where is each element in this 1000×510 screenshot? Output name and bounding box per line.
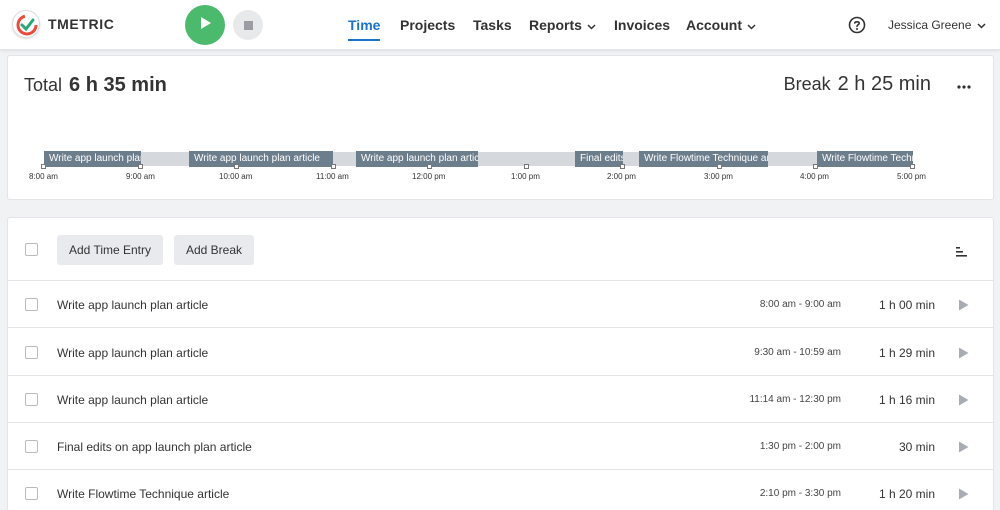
play-icon[interactable] [958,346,969,364]
nav-time[interactable]: Time [348,0,381,50]
entry-checkbox[interactable] [25,346,38,359]
select-all-checkbox[interactable] [25,243,38,256]
entry-time-range[interactable]: 8:00 am - 9:00 am [760,281,841,328]
app-logo[interactable]: TMETRIC [12,10,114,38]
nav-account-label: Account [686,17,742,33]
entry-description[interactable]: Write app launch plan article [57,281,208,328]
nav-invoices-label: Invoices [614,17,671,33]
entry-description[interactable]: Write app launch plan article [57,376,208,423]
start-timer-button[interactable] [185,5,225,45]
timeline-tick [138,164,143,169]
entry-duration[interactable]: 1 h 16 min [879,376,935,423]
timeline-tick [717,164,722,169]
timeline-hour-label: 9:00 am [126,172,155,181]
nav-time-label: Time [348,17,381,33]
play-icon[interactable] [958,393,969,411]
entry-time-range[interactable]: 11:14 am - 12:30 pm [749,376,841,423]
timeline-segment[interactable]: Write Flowtime Technique article [639,151,768,167]
time-entry-row[interactable]: Write app launch plan article 9:30 am - … [8,329,993,376]
day-summary-card: Total 6 h 35 min Break 2 h 25 min Write … [7,55,994,200]
chevron-down-icon [587,17,596,33]
entry-time-range[interactable]: 1:30 pm - 2:00 pm [760,423,841,470]
break-label: Break [783,74,831,94]
more-options-icon[interactable] [957,76,971,94]
entry-checkbox[interactable] [25,440,38,453]
play-icon [198,16,212,35]
sort-icon[interactable] [956,244,968,262]
timeline-tick [620,164,625,169]
break-value: 2 h 25 min [837,73,931,95]
nav-reports[interactable]: Reports [529,0,596,50]
total-value: 6 h 35 min [69,74,167,96]
timeline-hour-label: 1:00 pm [511,172,540,181]
stop-icon [243,20,253,30]
entry-description[interactable]: Write Flowtime Technique article [57,470,229,510]
time-entry-row[interactable]: Write Flowtime Technique article 2:10 pm… [8,470,993,510]
chevron-down-icon [747,17,756,33]
tmetric-logo-icon [12,10,40,38]
nav-reports-label: Reports [529,17,582,33]
timeline-tick [813,164,818,169]
entry-duration[interactable]: 1 h 00 min [879,281,935,328]
timeline-tick [331,164,336,169]
timeline-hour-label: 8:00 am [29,172,58,181]
time-entry-row[interactable]: Final edits on app launch plan article 1… [8,423,993,470]
entries-toolbar: Add Time Entry Add Break [8,218,993,281]
entry-description[interactable]: Final edits on app launch plan article [57,423,252,470]
play-icon[interactable] [958,487,969,505]
timeline-hour-label: 12:00 pm [412,172,446,181]
entry-duration[interactable]: 1 h 29 min [879,329,935,376]
nav-projects[interactable]: Projects [400,0,455,50]
nav-account[interactable]: Account [686,0,756,50]
entry-checkbox[interactable] [25,487,38,500]
timeline-segment[interactable]: Final edits on app launch plan article [575,151,623,167]
play-icon[interactable] [958,298,969,316]
timeline-hour-label: 11:00 am [316,172,349,181]
help-icon[interactable] [848,16,866,34]
timeline-segment[interactable]: Write app launch plan article [44,151,141,167]
entry-duration[interactable]: 30 min [899,423,935,470]
user-menu[interactable]: Jessica Greene [888,0,986,50]
entry-checkbox[interactable] [25,298,38,311]
nav-projects-label: Projects [400,17,456,33]
timeline-tick [910,164,915,169]
timeline-hour-label: 10:00 am [219,172,253,181]
timeline-hour-label: 4:00 pm [800,172,829,181]
timeline-track [44,152,913,166]
entry-checkbox[interactable] [25,393,38,406]
timeline-segment[interactable]: Write app launch plan article [356,151,478,167]
entry-time-range[interactable]: 2:10 pm - 3:30 pm [760,470,841,510]
time-entry-row[interactable]: Write app launch plan article 11:14 am -… [8,376,993,423]
timeline-hour-label: 5:00 pm [897,172,926,181]
total-time: Total 6 h 35 min [24,74,167,97]
top-bar: TMETRIC Time Projects Tasks Reports Invo… [0,0,1000,50]
add-break-button[interactable]: Add Break [174,235,254,265]
timeline-hour-label: 2:00 pm [607,172,636,181]
timeline-hour-label: 3:00 pm [704,172,733,181]
stop-timer-button[interactable] [233,10,263,40]
time-entry-row[interactable]: Write app launch plan article 8:00 am - … [8,281,993,328]
nav-tasks-label: Tasks [473,17,512,33]
app-name: TMETRIC [48,16,115,32]
chevron-down-icon [977,18,986,32]
timeline-segment[interactable]: Write Flowtime Technique article [817,151,913,167]
timeline-tick [524,164,529,169]
timeline-tick [427,164,432,169]
entry-duration[interactable]: 1 h 20 min [879,470,935,510]
break-time: Break 2 h 25 min [784,73,931,96]
timeline-tick [234,164,239,169]
total-label: Total [24,75,63,95]
user-name: Jessica Greene [888,18,972,32]
entry-description[interactable]: Write app launch plan article [57,329,208,376]
time-entries-card: Add Time Entry Add Break Write app launc… [7,217,994,510]
nav-tasks[interactable]: Tasks [473,0,512,50]
play-icon[interactable] [958,440,969,458]
add-time-entry-button[interactable]: Add Time Entry [57,235,163,265]
entry-time-range[interactable]: 9:30 am - 10:59 am [754,329,841,376]
nav-invoices[interactable]: Invoices [614,0,670,50]
timeline-tick [41,164,46,169]
timeline-segment[interactable]: Write app launch plan article [189,151,333,167]
